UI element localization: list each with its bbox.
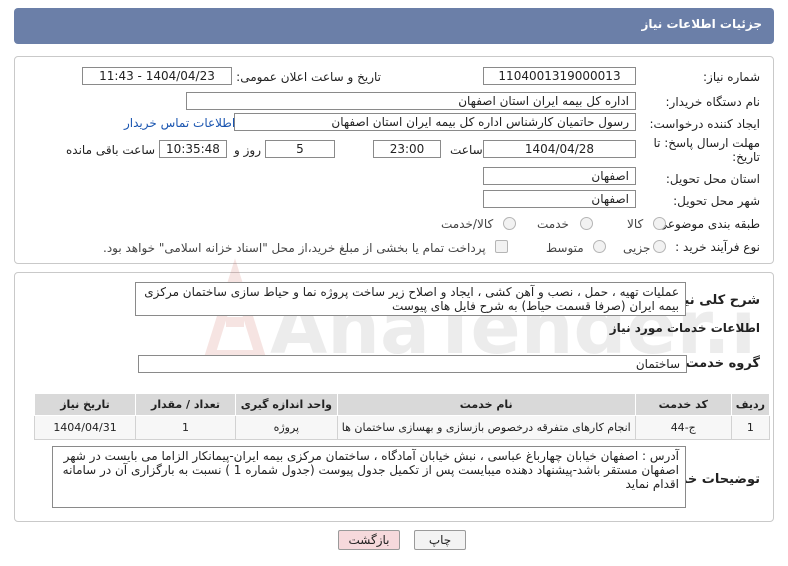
print-button[interactable]: چاپ: [414, 530, 466, 550]
process-type-label: نوع فرآیند خرید :: [675, 240, 760, 254]
days-label: روز و: [234, 143, 261, 157]
services-table-header: ردیف کد خدمت نام خدمت واحد اندازه گیری ت…: [33, 393, 771, 416]
city-label: شهر محل تحویل:: [673, 194, 760, 208]
buyer-org-field: اداره کل بیمه ایران استان اصفهان: [186, 92, 636, 110]
province-label: استان محل تحویل:: [665, 172, 760, 186]
table-row: 1 ج-44 انجام کارهای متفرقه درخصوص بازساز…: [33, 415, 771, 440]
service-group-label: گروه خدمت:: [680, 356, 760, 371]
deadline-date-field: 1404/04/28: [483, 140, 636, 158]
deadline-time-field: 23:00: [373, 140, 441, 158]
treasury-payment-note: پرداخت تمام یا بخشی از مبلغ خرید،از محل …: [103, 241, 486, 255]
announce-field: 1404/04/23 - 11:43: [82, 67, 232, 85]
services-section-title: اطلاعات خدمات مورد نیاز: [609, 321, 760, 335]
buyer-contact-link[interactable]: اطلاعات تماس خریدار: [124, 116, 235, 130]
process-medium-label: متوسط: [546, 241, 584, 255]
buyer-notes-textarea[interactable]: آدرس : اصفهان خیابان چهارباغ عباسی ، نبش…: [52, 446, 686, 508]
need-number-field: 1104001319000013: [483, 67, 636, 85]
service-group-field: ساختمان: [138, 355, 687, 373]
category-goods-radio[interactable]: [653, 217, 666, 230]
need-number-label: شماره نیاز:: [703, 70, 760, 84]
category-goods-service-label: کالا/خدمت: [441, 217, 494, 231]
category-service-label: خدمت: [537, 217, 569, 231]
province-field: اصفهان: [483, 167, 636, 185]
col-row: ردیف: [730, 393, 771, 416]
cell-need-date: 1404/04/31: [33, 415, 137, 440]
category-label: طبقه بندی موضوعی:: [653, 217, 760, 231]
remaining-days-field: 5: [265, 140, 335, 158]
process-medium-radio[interactable]: [593, 240, 606, 253]
deadline-label: مهلت ارسال پاسخ: تا تاریخ:: [653, 136, 760, 164]
services-table: ردیف کد خدمت نام خدمت واحد اندازه گیری ت…: [33, 393, 771, 440]
treasury-payment-checkbox[interactable]: [495, 240, 508, 253]
description-textarea[interactable]: عملیات تهیه ، حمل ، نصب و آهن کشی ، ایجا…: [135, 282, 686, 316]
cell-service-name: انجام کارهای متفرقه درخصوص بازسازی و بهس…: [336, 415, 636, 440]
category-goods-service-radio[interactable]: [503, 217, 516, 230]
remaining-time-field: 10:35:48: [159, 140, 227, 158]
deadline-time-label: ساعت: [450, 143, 483, 157]
cell-unit: پروژه: [234, 415, 338, 440]
category-service-radio[interactable]: [580, 217, 593, 230]
page-title: جزئیات اطلاعات نیاز: [641, 17, 762, 31]
cell-row: 1: [730, 415, 771, 440]
creator-label: ایجاد کننده درخواست:: [649, 117, 760, 131]
remaining-time-label: ساعت باقی مانده: [66, 143, 156, 157]
col-unit: واحد اندازه گیری: [234, 393, 338, 416]
city-field: اصفهان: [483, 190, 636, 208]
col-need-date: تاریخ نیاز: [33, 393, 137, 416]
process-minor-label: جزیی: [623, 241, 651, 255]
buyer-org-label: نام دستگاه خریدار:: [665, 95, 761, 109]
cell-quantity: 1: [135, 415, 236, 440]
col-quantity: تعداد / مقدار: [135, 393, 236, 416]
col-service-code: کد خدمت: [634, 393, 732, 416]
announce-label: تاریخ و ساعت اعلان عمومی:: [236, 70, 381, 84]
creator-field: رسول حاتمیان کارشناس اداره کل بیمه ایران…: [234, 113, 636, 131]
col-service-name: نام خدمت: [336, 393, 636, 416]
category-goods-label: کالا: [627, 217, 644, 231]
back-button[interactable]: بازگشت: [338, 530, 400, 550]
cell-service-code: ج-44: [634, 415, 732, 440]
process-minor-radio[interactable]: [653, 240, 666, 253]
